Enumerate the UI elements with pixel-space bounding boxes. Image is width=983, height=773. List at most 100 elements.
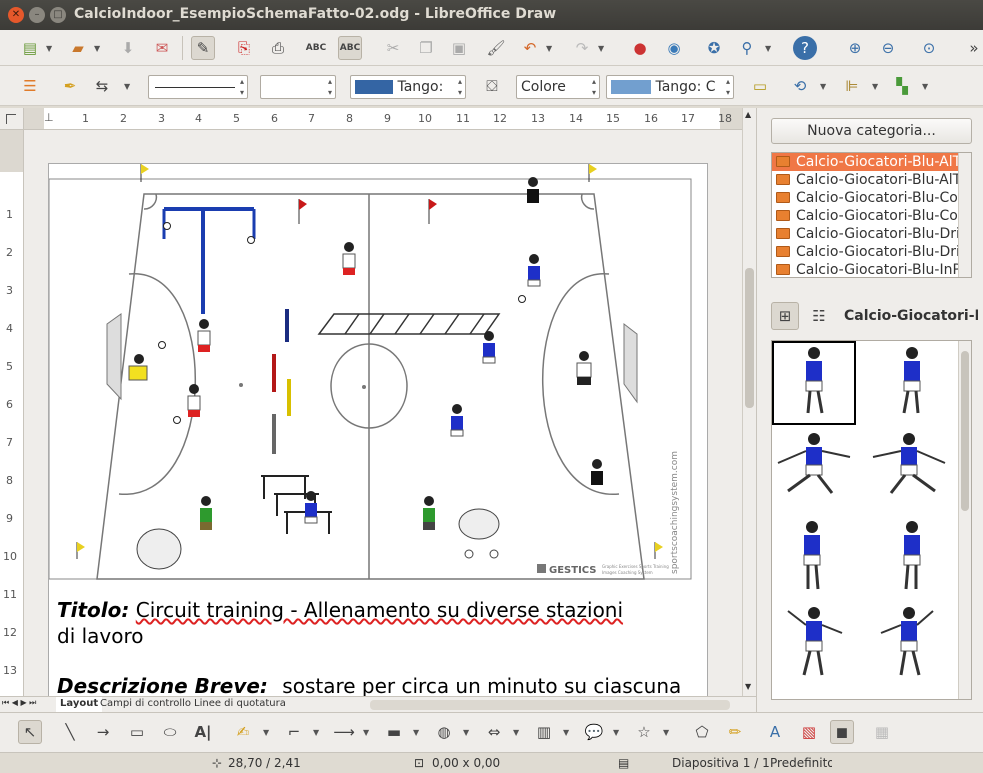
category-item[interactable]: Calcio-Giocatori-Blu-Drib <box>772 243 959 261</box>
cut-icon[interactable]: ✂ <box>381 36 405 60</box>
category-list[interactable]: Calcio-Giocatori-Blu-AlTi Calcio-Giocato… <box>771 152 972 278</box>
3d-objects-icon[interactable]: ◍ <box>432 720 456 744</box>
line-color-select[interactable]: Tango: ▴ ▾ <box>350 75 466 99</box>
zoom-page-icon[interactable]: ⊙ <box>917 36 941 60</box>
category-item[interactable]: Calcio-Giocatori-Blu-Drib <box>772 225 959 243</box>
save-icon[interactable]: ⬇ <box>116 36 140 60</box>
select-styles-icon[interactable]: ☰ <box>18 74 42 98</box>
rectangles-icon[interactable]: ▬ <box>382 720 406 744</box>
vertical-ruler[interactable]: 1 2 3 4 5 6 7 8 9 10 11 12 13 <box>0 130 24 696</box>
ellipse-icon[interactable]: ⬭ <box>158 720 182 744</box>
scrollbar-thumb[interactable] <box>745 268 754 408</box>
gallery-grid[interactable] <box>771 340 972 700</box>
category-scrollbar[interactable] <box>958 153 971 277</box>
block-arrows-icon[interactable]: ⇔ <box>482 720 506 744</box>
new-category-button[interactable]: Nuova categoria... <box>771 118 972 144</box>
print-icon[interactable]: ⎙ <box>266 36 290 60</box>
select-icon[interactable]: ↖ <box>18 720 42 744</box>
redo-dropdown-icon[interactable]: ▼ <box>598 44 604 53</box>
shadow-icon[interactable]: ▭ <box>748 74 772 98</box>
callouts-icon[interactable]: 💬 <box>582 720 606 744</box>
document-modified-icon[interactable]: ▤ <box>618 756 629 770</box>
close-window-icon[interactable]: ✕ <box>8 7 24 23</box>
gallery-item[interactable] <box>872 343 956 427</box>
more-tools-icon[interactable]: » <box>962 36 983 60</box>
vertical-scrollbar[interactable]: ▲ ▼ <box>742 108 756 696</box>
curve-icon[interactable]: ✍ <box>231 720 255 744</box>
category-item[interactable]: Calcio-Giocatori-Blu-AlTi <box>772 153 959 171</box>
arrow-style-icon[interactable]: ⇆ <box>90 74 114 98</box>
area-color-select[interactable]: Tango: C ▴ ▾ <box>606 75 734 99</box>
hyperlink-icon[interactable]: ◉ <box>662 36 686 60</box>
extrusion-icon[interactable]: ◼ <box>830 720 854 744</box>
zoom-icon[interactable]: ⚲ <box>735 36 759 60</box>
help-icon[interactable]: ? <box>793 36 817 60</box>
gallery-item[interactable] <box>772 603 856 687</box>
line-style-select[interactable]: ▴ ▾ <box>148 75 248 99</box>
curve-dropdown-icon[interactable]: ▼ <box>263 728 269 737</box>
3d-dropdown-icon[interactable]: ▼ <box>463 728 469 737</box>
align-dropdown-icon[interactable]: ▼ <box>872 82 878 91</box>
open-folder-icon[interactable]: ▰ <box>66 36 90 60</box>
title-line[interactable]: Titolo: Circuit training - Allenamento s… <box>57 598 623 622</box>
drawing-canvas[interactable]: sportscoachingsystem.com GESTICS Graphic… <box>24 130 742 696</box>
horizontal-ruler[interactable]: ⊥ 1 2 3 4 5 6 7 8 9 10 11 12 13 14 15 16… <box>24 108 744 130</box>
undo-icon[interactable]: ↶ <box>518 36 542 60</box>
stars-dropdown-icon[interactable]: ▼ <box>663 728 669 737</box>
paste-icon[interactable]: ▣ <box>447 36 471 60</box>
align-icon[interactable]: ⊫ <box>840 74 864 98</box>
disabled-tool-icon[interactable]: ▦ <box>870 720 894 744</box>
description-line[interactable]: Descrizione Breve: sostare per circa un … <box>57 674 681 696</box>
gallery-item[interactable] <box>867 603 951 687</box>
maximize-window-icon[interactable]: □ <box>50 7 66 23</box>
scroll-down-icon[interactable]: ▼ <box>745 682 751 691</box>
line-tool-icon[interactable]: ╲ <box>58 720 82 744</box>
slide-layout[interactable]: Predefinito <box>770 756 832 770</box>
rotate-dropdown-icon[interactable]: ▼ <box>820 82 826 91</box>
arrow-style-dropdown-icon[interactable]: ▼ <box>124 82 130 91</box>
new-dropdown-icon[interactable]: ▼ <box>46 44 52 53</box>
detail-view-icon[interactable]: ☷ <box>805 302 833 330</box>
undo-dropdown-icon[interactable]: ▼ <box>546 44 552 53</box>
area-icon[interactable]: ⛋ <box>480 74 504 98</box>
zoom-dropdown-icon[interactable]: ▼ <box>765 44 771 53</box>
title-line-2[interactable]: di lavoro <box>57 624 144 648</box>
fontwork-icon[interactable]: A <box>763 720 787 744</box>
gallery-item[interactable] <box>772 429 856 513</box>
block-arrows-dropdown-icon[interactable]: ▼ <box>513 728 519 737</box>
redo-icon[interactable]: ↷ <box>570 36 594 60</box>
edit-mode-icon[interactable]: ✎ <box>191 36 215 60</box>
rectangle-icon[interactable]: ▭ <box>125 720 149 744</box>
chart-icon[interactable]: ● <box>628 36 652 60</box>
send-mail-icon[interactable]: ✉ <box>150 36 174 60</box>
document-page[interactable]: sportscoachingsystem.com GESTICS Graphic… <box>48 163 708 696</box>
rectangles-dropdown-icon[interactable]: ▼ <box>413 728 419 737</box>
lines-arrows-dropdown-icon[interactable]: ▼ <box>363 728 369 737</box>
gallery-item[interactable] <box>872 517 956 601</box>
category-item[interactable]: Calcio-Giocatori-Blu-InPi <box>772 261 959 277</box>
glue-points-icon[interactable]: ✏ <box>723 720 747 744</box>
rotate-icon[interactable]: ⟲ <box>788 74 812 98</box>
category-item[interactable]: Calcio-Giocatori-Blu-AlTi <box>772 171 959 189</box>
copy-icon[interactable]: ❐ <box>414 36 438 60</box>
line-arrow-icon[interactable]: → <box>91 720 115 744</box>
zoom-out-icon[interactable]: ⊖ <box>876 36 900 60</box>
icon-view-icon[interactable]: ⊞ <box>771 302 799 330</box>
stars-icon[interactable]: ☆ <box>632 720 656 744</box>
category-item[interactable]: Calcio-Giocatori-Blu-Corr <box>772 189 959 207</box>
category-item[interactable]: Calcio-Giocatori-Blu-Corr <box>772 207 959 225</box>
tab-first-icon[interactable]: ⏮ ◀ ▶ ⏭ <box>2 698 36 708</box>
callouts-dropdown-icon[interactable]: ▼ <box>613 728 619 737</box>
connector-dropdown-icon[interactable]: ▼ <box>313 728 319 737</box>
gallery-scrollbar[interactable] <box>958 341 971 699</box>
flowchart-icon[interactable]: ▥ <box>532 720 556 744</box>
gallery-item[interactable] <box>772 517 856 601</box>
area-style-select[interactable]: Colore ▴ ▾ <box>516 75 600 99</box>
scroll-up-icon[interactable]: ▲ <box>745 110 751 119</box>
text-icon[interactable]: A| <box>191 720 215 744</box>
export-pdf-icon[interactable]: ⎘ <box>232 36 256 60</box>
open-dropdown-icon[interactable]: ▼ <box>94 44 100 53</box>
new-document-icon[interactable]: ▤ <box>18 36 42 60</box>
flowchart-dropdown-icon[interactable]: ▼ <box>563 728 569 737</box>
navigator-icon[interactable]: ✪ <box>702 36 726 60</box>
